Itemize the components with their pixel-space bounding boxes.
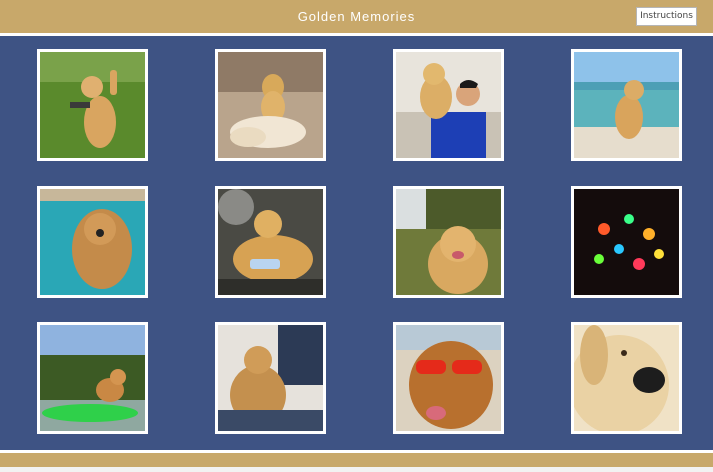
- photo-dog-on-grass: [40, 52, 145, 158]
- photo-tile-dog-with-sunglasses[interactable]: [393, 322, 504, 434]
- photo-dog-swimming: [40, 189, 145, 295]
- photo-tile-string-lights[interactable]: [571, 186, 682, 298]
- photo-dog-on-blanket: [218, 325, 323, 431]
- photo-dog-with-toy: [218, 189, 323, 295]
- photo-string-lights: [574, 189, 679, 295]
- photo-tile-dog-on-grass[interactable]: [37, 49, 148, 161]
- instructions-button[interactable]: Instructions: [636, 7, 697, 26]
- photo-tile-dog-on-beach[interactable]: [571, 49, 682, 161]
- photo-dog-close-up: [574, 325, 679, 431]
- photo-tile-dog-on-kayak[interactable]: [37, 322, 148, 434]
- page-title: Golden Memories: [297, 9, 416, 24]
- photo-tile-dog-with-toy[interactable]: [215, 186, 326, 298]
- photo-dog-at-waterfall: [396, 189, 501, 295]
- photo-man-holding-dog: [396, 52, 501, 158]
- photo-tile-dog-at-waterfall[interactable]: [393, 186, 504, 298]
- photo-dog-on-beach: [574, 52, 679, 158]
- footer-strip: [0, 467, 713, 472]
- photo-tile-dog-close-up[interactable]: [571, 322, 682, 434]
- photo-dog-on-kayak: [40, 325, 145, 431]
- photo-grid: [0, 36, 713, 450]
- photo-dog-with-sunglasses: [396, 325, 501, 431]
- photo-tile-dog-with-fur-pile[interactable]: [215, 49, 326, 161]
- photo-dog-with-fur-pile: [218, 52, 323, 158]
- photo-tile-dog-swimming[interactable]: [37, 186, 148, 298]
- photo-tile-man-holding-dog[interactable]: [393, 49, 504, 161]
- photo-tile-dog-on-blanket[interactable]: [215, 322, 326, 434]
